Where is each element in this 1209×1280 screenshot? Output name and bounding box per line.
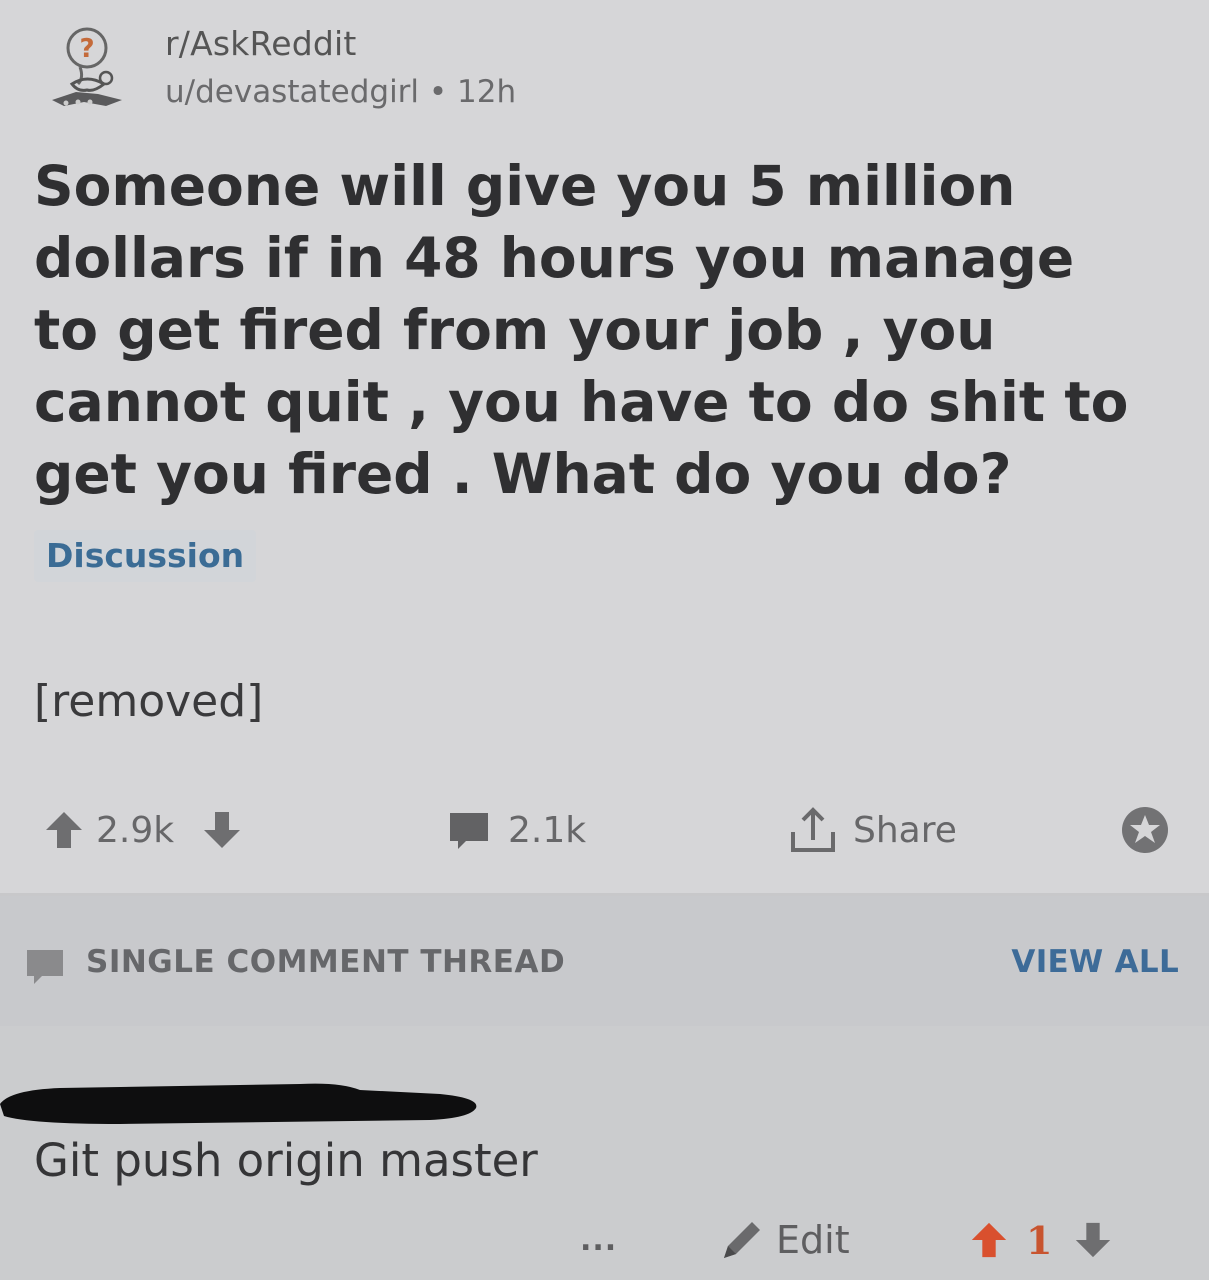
post-meta: u/devastatedgirl • 12h	[165, 74, 516, 110]
thread-label: SINGLE COMMENT THREAD	[86, 944, 566, 980]
edit-button[interactable]: Edit	[718, 1210, 850, 1270]
share-label: Share	[853, 809, 957, 851]
redacted-username	[0, 1083, 477, 1124]
avatar-icon[interactable]: ?	[44, 26, 130, 116]
comment-vote-group: 1	[968, 1210, 1114, 1270]
more-options-button[interactable]: ...	[580, 1210, 617, 1270]
vote-group: 2.9k	[42, 790, 244, 870]
award-button[interactable]	[1118, 790, 1172, 870]
view-all-link[interactable]: VIEW ALL	[1011, 944, 1179, 980]
share-button[interactable]: Share	[785, 790, 957, 870]
author-link[interactable]: u/devastatedgirl	[165, 74, 419, 110]
flair-badge[interactable]: Discussion	[34, 530, 257, 582]
post-action-bar: 2.9k 2.1k Share	[0, 790, 1209, 870]
comment-count: 2.1k	[508, 809, 587, 851]
post-title[interactable]: Someone will give you 5 million dollars …	[34, 150, 1144, 510]
comments-button[interactable]: 2.1k	[446, 790, 586, 870]
comment-text: Git push origin master	[34, 1134, 538, 1187]
comment-icon	[450, 813, 488, 849]
more-icon: ...	[580, 1222, 618, 1258]
post-age: 12h	[457, 74, 517, 110]
upvote-count: 2.9k	[96, 809, 175, 851]
downvote-icon[interactable]	[1072, 1219, 1114, 1261]
comment-thread-icon	[27, 950, 63, 984]
pencil-icon	[724, 1222, 760, 1258]
svg-text:?: ?	[79, 34, 94, 64]
subreddit-link[interactable]: r/AskReddit	[165, 24, 357, 63]
meta-separator: •	[428, 74, 458, 110]
edit-label: Edit	[776, 1218, 850, 1262]
downvote-icon[interactable]	[200, 808, 244, 852]
upvote-icon[interactable]	[42, 808, 86, 852]
post-body: [removed]	[34, 676, 264, 727]
upvote-icon[interactable]	[968, 1219, 1010, 1261]
share-icon	[791, 807, 835, 852]
comment-score: 1	[1026, 1217, 1053, 1263]
award-icon	[1122, 807, 1168, 853]
